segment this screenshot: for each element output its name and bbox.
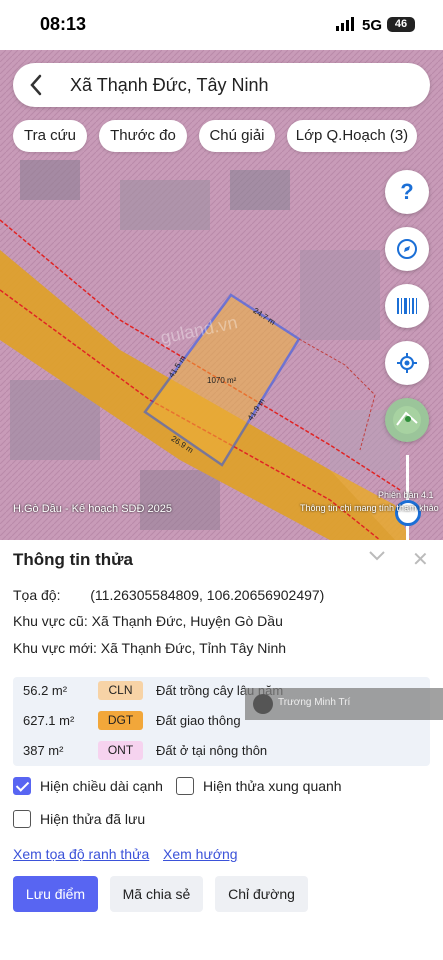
- locate-icon: [397, 353, 417, 373]
- checkbox-edge-lengths[interactable]: Hiện chiều dài cạnh: [13, 777, 163, 795]
- checkbox-unchecked-icon[interactable]: [13, 810, 31, 828]
- seller-watermark: Trương Minh Trí: [245, 688, 443, 720]
- land-use-name: Đất ở tại nông thôn: [156, 743, 268, 758]
- old-area-value: Xã Thạnh Đức, Huyện Gò Dầu: [91, 613, 283, 629]
- avatar: [253, 694, 273, 714]
- new-area-label: Khu vực mới:: [13, 640, 97, 656]
- land-use-area: 387 m²: [23, 743, 64, 758]
- status-time: 08:13: [40, 14, 87, 34]
- map-layer-button[interactable]: [385, 398, 429, 442]
- map-caption: H.Gò Dầu - Kế hoạch SDĐ 2025: [13, 503, 172, 515]
- sheet-title: Thông tin thửa: [13, 550, 133, 569]
- help-icon: ?: [400, 179, 414, 204]
- chip-measure[interactable]: Thước đo: [99, 120, 187, 152]
- view-direction-link[interactable]: Xem hướng: [163, 846, 238, 862]
- compass-icon: [397, 239, 417, 259]
- share-code-button[interactable]: Mã chia sẻ: [110, 876, 203, 912]
- coords-row: Tọa độ: (11.26305584809, 106.20656902497…: [13, 587, 324, 603]
- checkbox-surrounding[interactable]: Hiện thửa xung quanh: [176, 777, 342, 795]
- barcode-icon: [397, 298, 417, 314]
- coords-value: (11.26305584809, 106.20656902497): [90, 587, 325, 603]
- checkbox-saved-label: Hiện thửa đã lưu: [40, 811, 146, 827]
- chip-planning-layers[interactable]: Lớp Q.Hoạch (3): [287, 120, 417, 152]
- new-area-value: Xã Thạnh Đức, Tỉnh Tây Ninh: [100, 640, 287, 656]
- back-arrow-icon[interactable]: [29, 74, 43, 96]
- land-use-code-badge: DGT: [98, 711, 143, 730]
- checkbox-saved[interactable]: Hiện thửa đã lưu: [13, 810, 145, 828]
- land-use-row: 387 m² ONT Đất ở tại nông thôn: [13, 737, 430, 766]
- land-use-code-badge: ONT: [98, 741, 143, 760]
- map-thumbnail-icon: [393, 406, 421, 434]
- old-area-label: Khu vực cũ:: [13, 613, 88, 629]
- close-icon[interactable]: ✕: [412, 547, 429, 572]
- new-area-row: Khu vực mới: Xã Thạnh Đức, Tỉnh Tây Ninh: [13, 640, 286, 656]
- signal-icon: [336, 17, 354, 31]
- chip-legend[interactable]: Chú giải: [199, 120, 275, 152]
- save-point-button[interactable]: Lưu điểm: [13, 876, 98, 912]
- battery-icon: 46: [387, 17, 415, 32]
- barcode-button[interactable]: [385, 284, 429, 328]
- search-title: Xã Thạnh Đức, Tây Ninh: [70, 75, 269, 95]
- view-coords-link[interactable]: Xem tọa độ ranh thửa: [13, 846, 149, 862]
- status-bar: 08:13 5G 46: [0, 0, 443, 50]
- disclaimer-text: Thông tin chi mang tính tham khảo: [300, 503, 439, 513]
- chevron-down-icon[interactable]: [367, 548, 387, 562]
- checkbox-checked-icon[interactable]: [13, 777, 31, 795]
- land-use-name: Đất giao thông: [156, 713, 241, 728]
- old-area-row: Khu vực cũ: Xã Thạnh Đức, Huyện Gò Dầu: [13, 613, 283, 629]
- search-bar[interactable]: Xã Thạnh Đức, Tây Ninh: [13, 63, 430, 107]
- seller-name: Trương Minh Trí: [278, 697, 351, 708]
- land-use-area: 627.1 m²: [23, 713, 75, 728]
- checkbox-unchecked-icon[interactable]: [176, 777, 194, 795]
- network-type: 5G: [362, 17, 383, 34]
- directions-button[interactable]: Chỉ đường: [215, 876, 308, 912]
- land-use-code-badge: CLN: [98, 681, 143, 700]
- land-use-area: 56.2 m²: [23, 683, 68, 698]
- parcel-info-sheet: Thông tin thửa ✕ Tọa độ: (11.26305584809…: [0, 540, 443, 960]
- help-button[interactable]: ?: [385, 170, 429, 214]
- checkbox-surrounding-label: Hiện thửa xung quanh: [203, 778, 342, 794]
- coords-label: Tọa độ:: [13, 587, 61, 603]
- compass-button[interactable]: [385, 227, 429, 271]
- parcel-area-label: 1070 m²: [207, 376, 237, 385]
- checkbox-edge-lengths-label: Hiện chiều dài cạnh: [40, 778, 163, 794]
- locate-button[interactable]: [385, 341, 429, 385]
- chip-lookup[interactable]: Tra cứu: [13, 120, 87, 152]
- version-label: Phiên bản 4.1: [378, 490, 434, 500]
